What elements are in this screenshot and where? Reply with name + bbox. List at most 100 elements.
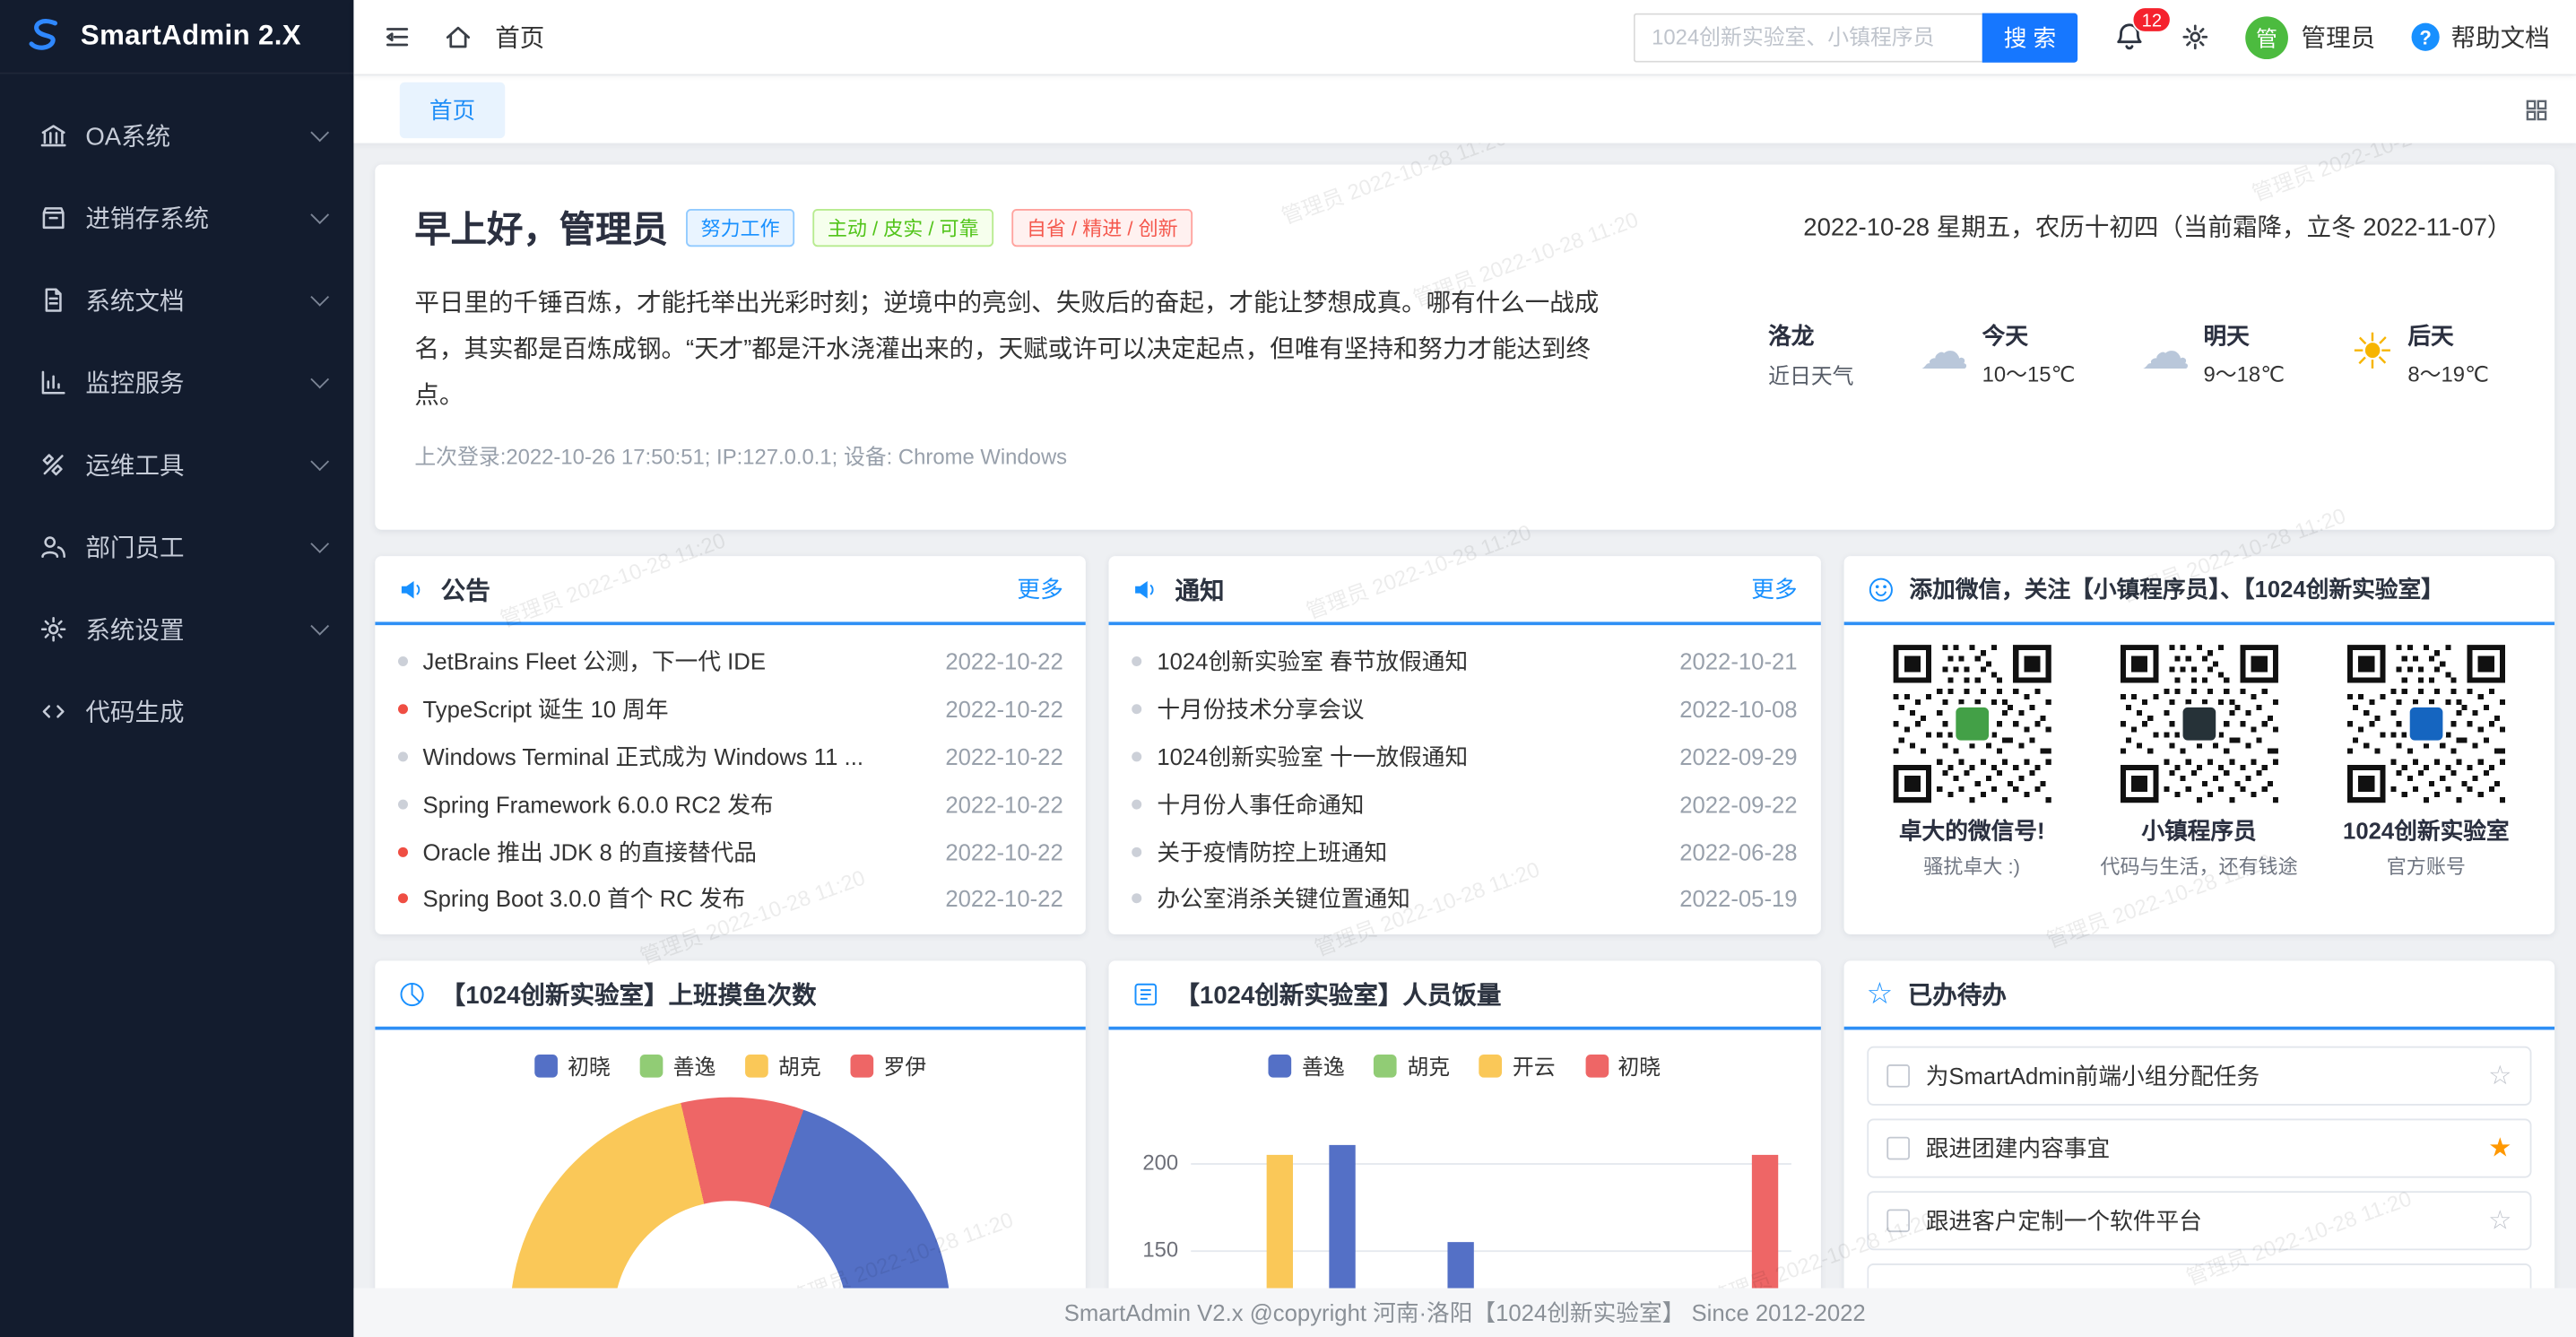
checkbox[interactable] bbox=[1886, 1137, 1910, 1160]
star-filled-icon[interactable]: ★ bbox=[2488, 1132, 2511, 1165]
people-icon bbox=[39, 532, 67, 560]
notice-item[interactable]: 十月份人事任命通知2022-09-22 bbox=[1132, 780, 1798, 828]
sidebar-item-oa[interactable]: OA系统 bbox=[0, 94, 353, 177]
weather-day-after: 后天 8～19℃ bbox=[2350, 319, 2488, 388]
gear-icon bbox=[39, 614, 67, 642]
todo-item[interactable]: 跟进团建内容事宜 ☆★ bbox=[1867, 1119, 2532, 1178]
announcement-item[interactable]: Spring Boot 3.0.0 首个 RC 发布2022-10-22 bbox=[398, 875, 1063, 923]
legend-swatch bbox=[1479, 1054, 1503, 1077]
bullet-dot bbox=[398, 657, 408, 667]
settings-gear-icon[interactable] bbox=[2181, 23, 2209, 51]
qr-item-xiaozhen: 小镇程序员 代码与生活，还有钱途 bbox=[2090, 645, 2307, 880]
notice-item[interactable]: 1024创新实验室 十一放假通知2022-09-29 bbox=[1132, 733, 1798, 780]
app-logo[interactable]: SmartAdmin 2.X bbox=[0, 0, 353, 74]
announcement-card: 公告 更多 JetBrains Fleet 公测，下一代 IDE2022-10-… bbox=[375, 556, 1086, 934]
avatar: 管 bbox=[2245, 15, 2288, 58]
legend-item[interactable]: 罗伊 bbox=[851, 1049, 926, 1081]
user-menu[interactable]: 管 管理员 bbox=[2245, 15, 2375, 58]
sidebar-item-erp[interactable]: 进销存系统 bbox=[0, 176, 353, 258]
smiley-icon bbox=[1867, 575, 1895, 603]
sidebar-item-ops[interactable]: 运维工具 bbox=[0, 422, 353, 505]
todo-item[interactable]: 跟进客户定制一个软件平台 ☆★ bbox=[1867, 1191, 2532, 1250]
bullet-dot bbox=[1132, 846, 1142, 856]
legend-item[interactable]: 善逸 bbox=[1269, 1049, 1344, 1081]
speaker-icon bbox=[1132, 575, 1160, 603]
home-icon[interactable] bbox=[444, 23, 472, 51]
notice-item[interactable]: 关于疫情防控上班通知2022-06-28 bbox=[1132, 828, 1798, 875]
wechat-card: 添加微信，关注【小镇程序员】、【1024创新实验室】 卓大的微信号! 骚扰卓大 … bbox=[1843, 556, 2554, 934]
inventory-icon bbox=[39, 204, 67, 231]
notice-item[interactable]: 十月份技术分享会议2022-10-08 bbox=[1132, 686, 1798, 734]
chevron-down-icon bbox=[310, 288, 329, 307]
star-outline-icon[interactable]: ☆ bbox=[2488, 1059, 2511, 1092]
announcement-item[interactable]: Oracle 推出 JDK 8 的直接替代品2022-10-22 bbox=[398, 828, 1063, 875]
search-input[interactable] bbox=[1634, 13, 1982, 62]
notice-item[interactable]: 办公室消杀关键位置通知2022-05-19 bbox=[1132, 875, 1798, 923]
chart-icon bbox=[39, 368, 67, 395]
sidebar-item-settings[interactable]: 系统设置 bbox=[0, 587, 353, 670]
notice-item[interactable]: 1024创新实验室 春节放假通知2022-10-21 bbox=[1132, 638, 1798, 686]
qr-code-row: 卓大的微信号! 骚扰卓大 :) 小镇程序员 代码与生活，还有钱途 bbox=[1843, 625, 2554, 880]
y-tick-150: 150 bbox=[1132, 1237, 1178, 1263]
card-title: 【1024创新实验室】上班摸鱼次数 bbox=[441, 977, 817, 1011]
announcement-item[interactable]: JetBrains Fleet 公测，下一代 IDE2022-10-22 bbox=[398, 638, 1063, 686]
tools-icon bbox=[39, 450, 67, 478]
chevron-down-icon bbox=[310, 370, 329, 389]
legend-item[interactable]: 胡克 bbox=[1375, 1049, 1450, 1081]
checkbox[interactable] bbox=[1886, 1209, 1910, 1232]
greeting: 早上好，管理员 bbox=[414, 201, 668, 254]
notice-more-link[interactable]: 更多 bbox=[1751, 572, 1797, 605]
sidebar-item-monitor[interactable]: 监控服务 bbox=[0, 341, 353, 423]
copyright-text: SmartAdmin V2.x @copyright 河南·洛阳【1024创新实… bbox=[1064, 1297, 1866, 1330]
breadcrumb[interactable]: 首页 bbox=[495, 20, 544, 55]
legend-item[interactable]: 初晓 bbox=[534, 1049, 610, 1081]
layout-grid-icon[interactable] bbox=[2523, 96, 2549, 122]
sidebar-item-codegen[interactable]: 代码生成 bbox=[0, 670, 353, 752]
card-title: 通知 bbox=[1175, 572, 1225, 607]
notice-list: 1024创新实验室 春节放假通知2022-10-21 十月份技术分享会议2022… bbox=[1109, 625, 1820, 923]
todo-item[interactable]: 为SmartAdmin前端小组分配任务 ☆★ bbox=[1867, 1046, 2532, 1106]
announcement-more-link[interactable]: 更多 bbox=[1017, 572, 1062, 605]
notifications-button[interactable]: 12 bbox=[2113, 22, 2145, 53]
chevron-down-icon bbox=[310, 205, 329, 224]
checkbox[interactable] bbox=[1886, 1064, 1910, 1088]
menu-fold-icon[interactable] bbox=[383, 23, 411, 51]
sidebar: SmartAdmin 2.X OA系统 进销存系统 系统文档 监控服务 bbox=[0, 0, 353, 1337]
star-outline-icon[interactable]: ☆ bbox=[2488, 1204, 2511, 1237]
weather-day-today: 今天 10～15℃ bbox=[1920, 319, 2075, 388]
announcement-item[interactable]: Spring Framework 6.0.0 RC2 发布2022-10-22 bbox=[398, 780, 1063, 828]
bullet-dot bbox=[1132, 751, 1142, 761]
search-button[interactable]: 搜 索 bbox=[1982, 13, 2077, 62]
legend-swatch bbox=[1269, 1054, 1292, 1077]
last-login: 上次登录:2022-10-26 17:50:51; IP:127.0.0.1; … bbox=[414, 439, 2515, 471]
date-info: 2022-10-28 星期五，农历十初四（当前霜降，立冬 2022-11-07） bbox=[1803, 209, 2511, 244]
sidebar-item-staff[interactable]: 部门员工 bbox=[0, 505, 353, 587]
cloud-icon bbox=[2141, 329, 2190, 378]
todo-item-partial[interactable] bbox=[1867, 1263, 2532, 1289]
bullet-dot bbox=[398, 799, 408, 809]
code-icon bbox=[39, 697, 67, 725]
weather-subtitle: 近日天气 bbox=[1768, 359, 1853, 390]
chevron-down-icon bbox=[310, 452, 329, 471]
bullet-dot bbox=[1132, 657, 1142, 667]
footer: SmartAdmin V2.x @copyright 河南·洛阳【1024创新实… bbox=[353, 1288, 2576, 1337]
todo-list: 为SmartAdmin前端小组分配任务 ☆★ 跟进团建内容事宜 ☆★ 跟进客户定… bbox=[1843, 1029, 2554, 1288]
welcome-card: 早上好，管理员 努力工作 主动 / 皮实 / 可靠 自省 / 精进 / 创新 2… bbox=[375, 164, 2554, 529]
help-link[interactable]: ? 帮助文档 bbox=[2412, 20, 2550, 55]
motivation-quote: 平日里的千锤百炼，才能托举出光彩时刻；逆境中的亮剑、失败后的奋起，才能让梦想成真… bbox=[414, 282, 1635, 419]
sidebar-item-docs[interactable]: 系统文档 bbox=[0, 258, 353, 341]
announcement-item[interactable]: TypeScript 诞生 10 周年2022-10-22 bbox=[398, 686, 1063, 734]
legend-item[interactable]: 初晓 bbox=[1585, 1049, 1661, 1081]
meal-chart-legend: 善逸 胡克 开云 初晓 bbox=[1109, 1049, 1820, 1081]
qr-item-zhuoda: 卓大的微信号! 骚扰卓大 :) bbox=[1863, 645, 2080, 880]
card-title: 已办待办 bbox=[1908, 977, 2007, 1011]
user-name: 管理员 bbox=[2302, 20, 2376, 55]
legend-item[interactable]: 善逸 bbox=[640, 1049, 716, 1081]
tab-home[interactable]: 首页 bbox=[400, 82, 505, 137]
bullet-dot bbox=[398, 894, 408, 904]
notification-badge: 12 bbox=[2132, 6, 2172, 32]
legend-item[interactable]: 胡克 bbox=[745, 1049, 820, 1081]
announcement-item[interactable]: Windows Terminal 正式成为 Windows 11 ...2022… bbox=[398, 733, 1063, 780]
list-icon bbox=[1132, 980, 1160, 1008]
legend-item[interactable]: 开云 bbox=[1479, 1049, 1555, 1081]
